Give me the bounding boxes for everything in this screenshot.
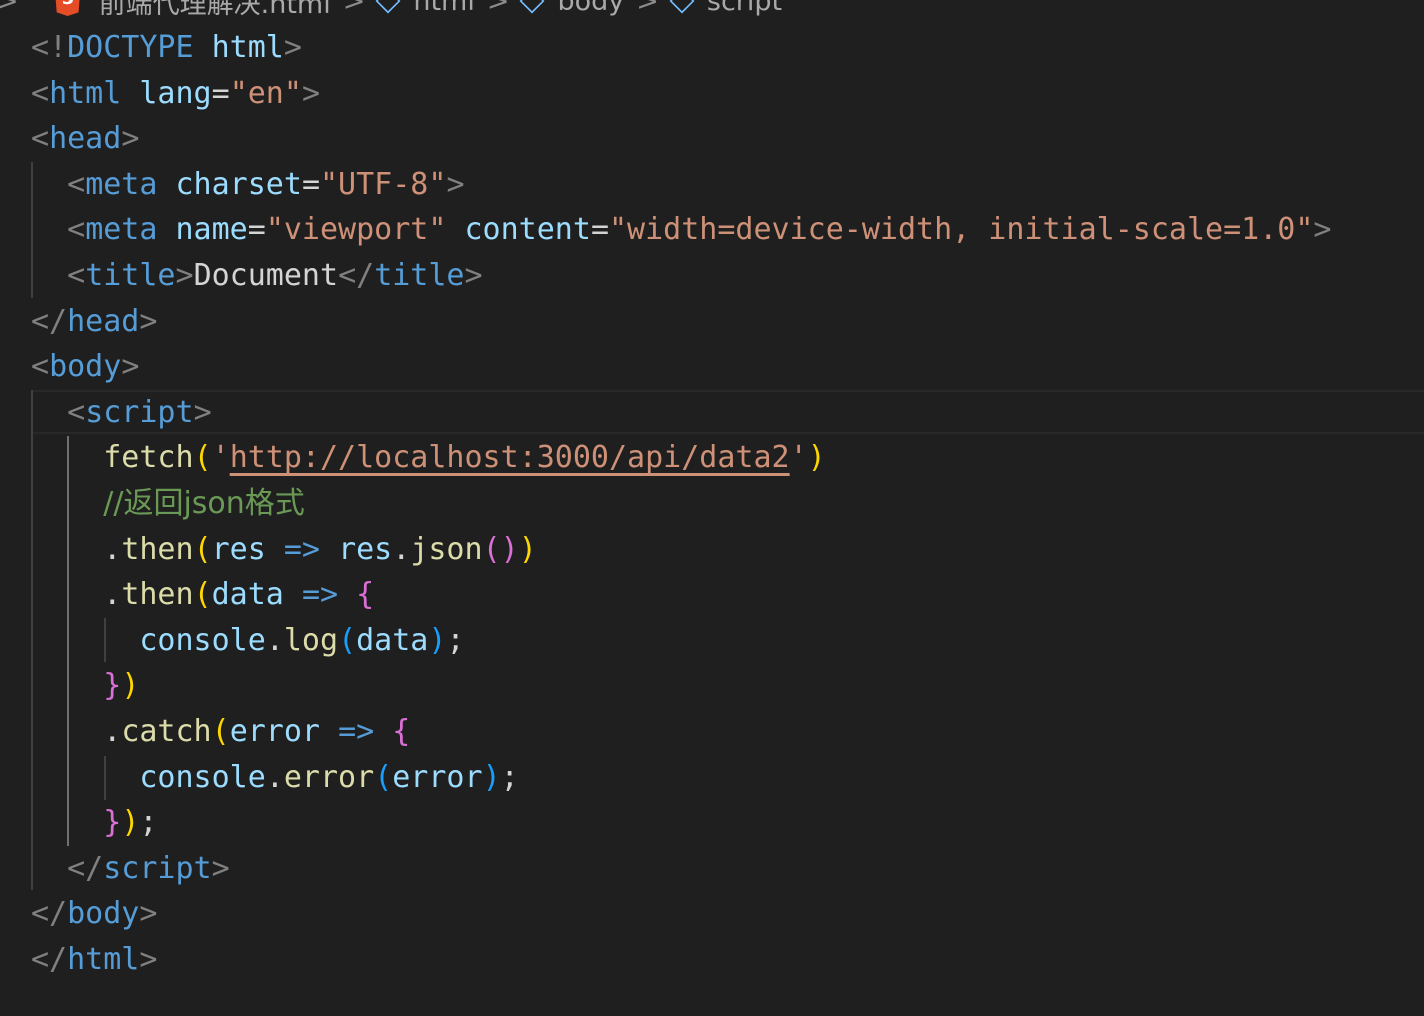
breadcrumb-file[interactable]: 前端代理解决.html <box>99 0 331 21</box>
breadcrumb-item-html[interactable]: html <box>413 0 475 17</box>
attr-name: charset <box>175 167 302 202</box>
param: data <box>211 577 284 612</box>
code-line-head-open: <head> <box>31 121 140 156</box>
method-name: catch <box>121 714 212 749</box>
tag-name: title <box>85 258 176 293</box>
breadcrumb-item-body[interactable]: body <box>557 0 624 17</box>
attr-value: "viewport" <box>265 212 447 247</box>
code-line-title: <title>Document</title> <box>67 258 483 293</box>
breadcrumb-separator: > <box>342 0 366 17</box>
code-editor[interactable]: > 前端代理解决.html > html > body > script <!D… <box>0 0 1424 1016</box>
variable: data <box>356 623 429 658</box>
attr-name: lang <box>139 76 212 111</box>
code-line-html-open: <html lang="en"> <box>31 76 320 111</box>
code-line-script-open: <script> <box>67 395 212 430</box>
code-line-script-close: </script> <box>67 851 230 886</box>
code-line-console-error: console.error(error); <box>139 760 519 795</box>
method-name: log <box>283 623 339 658</box>
method-name: error <box>283 760 375 795</box>
tag-name: meta <box>85 212 158 247</box>
arrow: => <box>301 577 339 612</box>
code-line-html-close: </html> <box>31 942 158 977</box>
code-line-head-close: </head> <box>31 304 158 339</box>
breadcrumb-item-script[interactable]: script <box>707 0 782 17</box>
url-link[interactable]: http://localhost:3000/api/data2 <box>230 440 790 475</box>
html5-file-icon <box>54 0 81 16</box>
code-line-fetch: fetch('http://localhost:3000/api/data2') <box>103 440 826 475</box>
tag-name: body <box>49 349 122 384</box>
method-name: then <box>121 532 194 567</box>
attr-value: "en" <box>229 76 302 111</box>
tag-name: script <box>103 851 212 886</box>
code-line-close-catch: }); <box>103 805 158 840</box>
tag-name: head <box>49 121 122 156</box>
code-comment: //返回json格式 <box>103 486 305 521</box>
element-cube-icon <box>375 0 401 14</box>
code-line-console-log: console.log(data); <box>139 623 465 658</box>
current-line-highlight <box>32 390 1424 434</box>
title-text: Document <box>193 258 339 293</box>
arrow: => <box>283 532 320 567</box>
code-line-body-close: </body> <box>31 896 158 931</box>
breadcrumb-separator: > <box>486 0 510 17</box>
tag-name: title <box>374 258 465 293</box>
method-name: json <box>410 532 483 567</box>
method-name: then <box>121 577 194 612</box>
code-line-close-then: }) <box>103 668 140 703</box>
chevron-left-icon: > <box>0 0 19 17</box>
variable: res <box>338 532 393 567</box>
code-line-meta-viewport: <meta name="viewport" content="width=dev… <box>67 212 1332 247</box>
code-line-meta-charset: <meta charset="UTF-8"> <box>67 167 465 202</box>
punct: <! <box>31 30 68 65</box>
variable: console <box>139 760 266 795</box>
tag-name: body <box>67 896 140 931</box>
variable: error <box>392 760 483 795</box>
string-quote: ' <box>789 440 808 475</box>
param: res <box>211 532 266 567</box>
code-line-catch: .catch(error => { <box>103 714 411 749</box>
attr-name: name <box>175 212 248 247</box>
attr-value: "UTF-8" <box>320 167 447 202</box>
param: error <box>229 714 320 749</box>
breadcrumb-separator: > <box>636 0 659 17</box>
arrow: => <box>338 714 375 749</box>
doctype-keyword: DOCTYPE <box>67 30 194 65</box>
tag-name: meta <box>85 167 158 202</box>
code-line-doctype: <!DOCTYPE html> <box>31 30 302 65</box>
breadcrumb: > 前端代理解决.html > html > body > script <box>0 0 782 20</box>
attr-value: "width=device-width, initial-scale=1.0" <box>609 212 1314 247</box>
doctype-value: html <box>211 30 284 65</box>
tag-name: html <box>67 942 140 977</box>
tag-name: html <box>49 76 122 111</box>
code-line-body-open: <body> <box>31 349 140 384</box>
code-line-then-data: .then(data => { <box>103 577 375 612</box>
code-line-then-json: .then(res => res.json()) <box>103 532 537 567</box>
string-quote: ' <box>211 440 230 475</box>
tag-name: script <box>85 395 194 430</box>
variable: console <box>139 623 266 658</box>
code-line-comment: //返回json格式 <box>31 484 305 524</box>
element-cube-icon <box>520 0 545 14</box>
attr-name: content <box>464 212 591 247</box>
element-cube-icon <box>669 0 695 14</box>
function-name: fetch <box>103 440 194 475</box>
tag-name: head <box>67 304 140 339</box>
